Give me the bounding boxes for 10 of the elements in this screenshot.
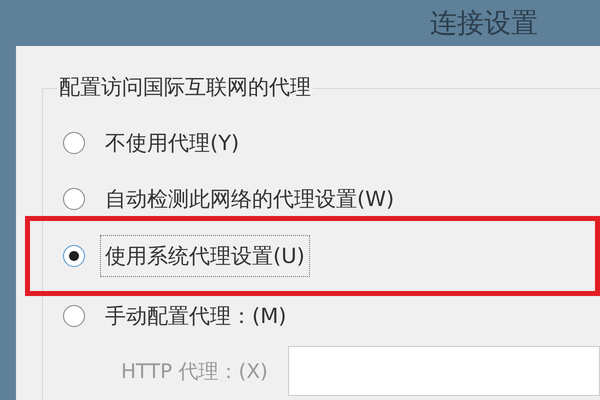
radio-label[interactable]: 自动检测此网络的代理设置(W) bbox=[100, 178, 400, 220]
radio-button[interactable] bbox=[63, 132, 85, 154]
window-title: 连接设置 bbox=[430, 7, 538, 41]
radio-button[interactable] bbox=[63, 245, 85, 267]
radio-label[interactable]: 使用系统代理设置(U) bbox=[100, 235, 310, 277]
radio-button[interactable] bbox=[63, 188, 85, 210]
http-proxy-label: HTTP 代理：(X) bbox=[121, 358, 268, 384]
radio-label[interactable]: 不使用代理(Y) bbox=[100, 122, 244, 164]
radio-button[interactable] bbox=[63, 305, 85, 327]
radio-label[interactable]: 手动配置代理：(M) bbox=[100, 295, 292, 337]
